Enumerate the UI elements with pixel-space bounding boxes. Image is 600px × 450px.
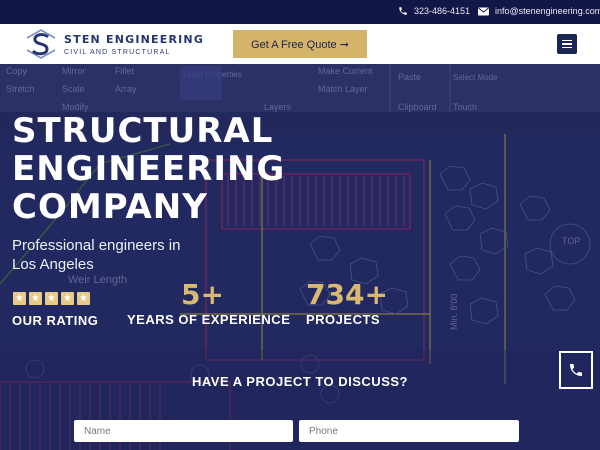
site-header: STEN ENGINEERING CIVIL AND STRUCTURAL Ge… [0,24,600,64]
logo-mark-icon [26,29,56,59]
hamburger-menu-icon[interactable] [557,34,577,54]
star-icon: ★ [45,292,58,305]
rating-label: OUR RATING [12,313,99,328]
phone-input[interactable] [299,420,519,442]
top-phone-link[interactable]: 323-486-4151 [398,6,470,16]
projects-value: 734+ [306,278,388,311]
top-email-link[interactable]: info@stenengineering.com [478,6,600,16]
years-label: YEARS OF EXPERIENCE [127,312,291,327]
star-icon: ★ [77,292,90,305]
hero-title: STRUCTURAL ENGINEERING COMPANY [12,112,285,226]
project-form-heading: HAVE A PROJECT TO DISCUSS? [192,374,408,389]
hero-section: Copy Mirror Fillet Layer Properties Make… [0,64,600,450]
top-email-text: info@stenengineering.com [495,6,600,16]
name-input[interactable] [74,420,293,442]
top-contact-bar: 323-486-4151 info@stenengineering.com [0,0,600,24]
hero-title-line-2: ENGINEERING [12,149,286,189]
mail-icon [478,7,489,15]
hero-title-line-3: COMPANY [12,187,208,227]
years-value: 5+ [181,278,224,311]
star-icon: ★ [13,292,26,305]
free-quote-button[interactable]: Get A Free Quote ➞ [233,30,367,58]
top-phone-text: 323-486-4151 [414,6,471,16]
rating-stars: ★ ★ ★ ★ ★ [13,292,90,305]
phone-icon [399,7,407,15]
hero-title-line-1: STRUCTURAL [12,111,274,151]
logo-name: STEN ENGINEERING [64,32,205,46]
projects-label: PROJECTS [306,312,381,327]
star-icon: ★ [29,292,42,305]
site-logo[interactable]: STEN ENGINEERING CIVIL AND STRUCTURAL [24,28,204,60]
hero-subtitle: Professional engineers in Los Angeles [12,237,181,273]
star-icon: ★ [61,292,74,305]
logo-tagline: CIVIL AND STRUCTURAL [64,48,171,56]
